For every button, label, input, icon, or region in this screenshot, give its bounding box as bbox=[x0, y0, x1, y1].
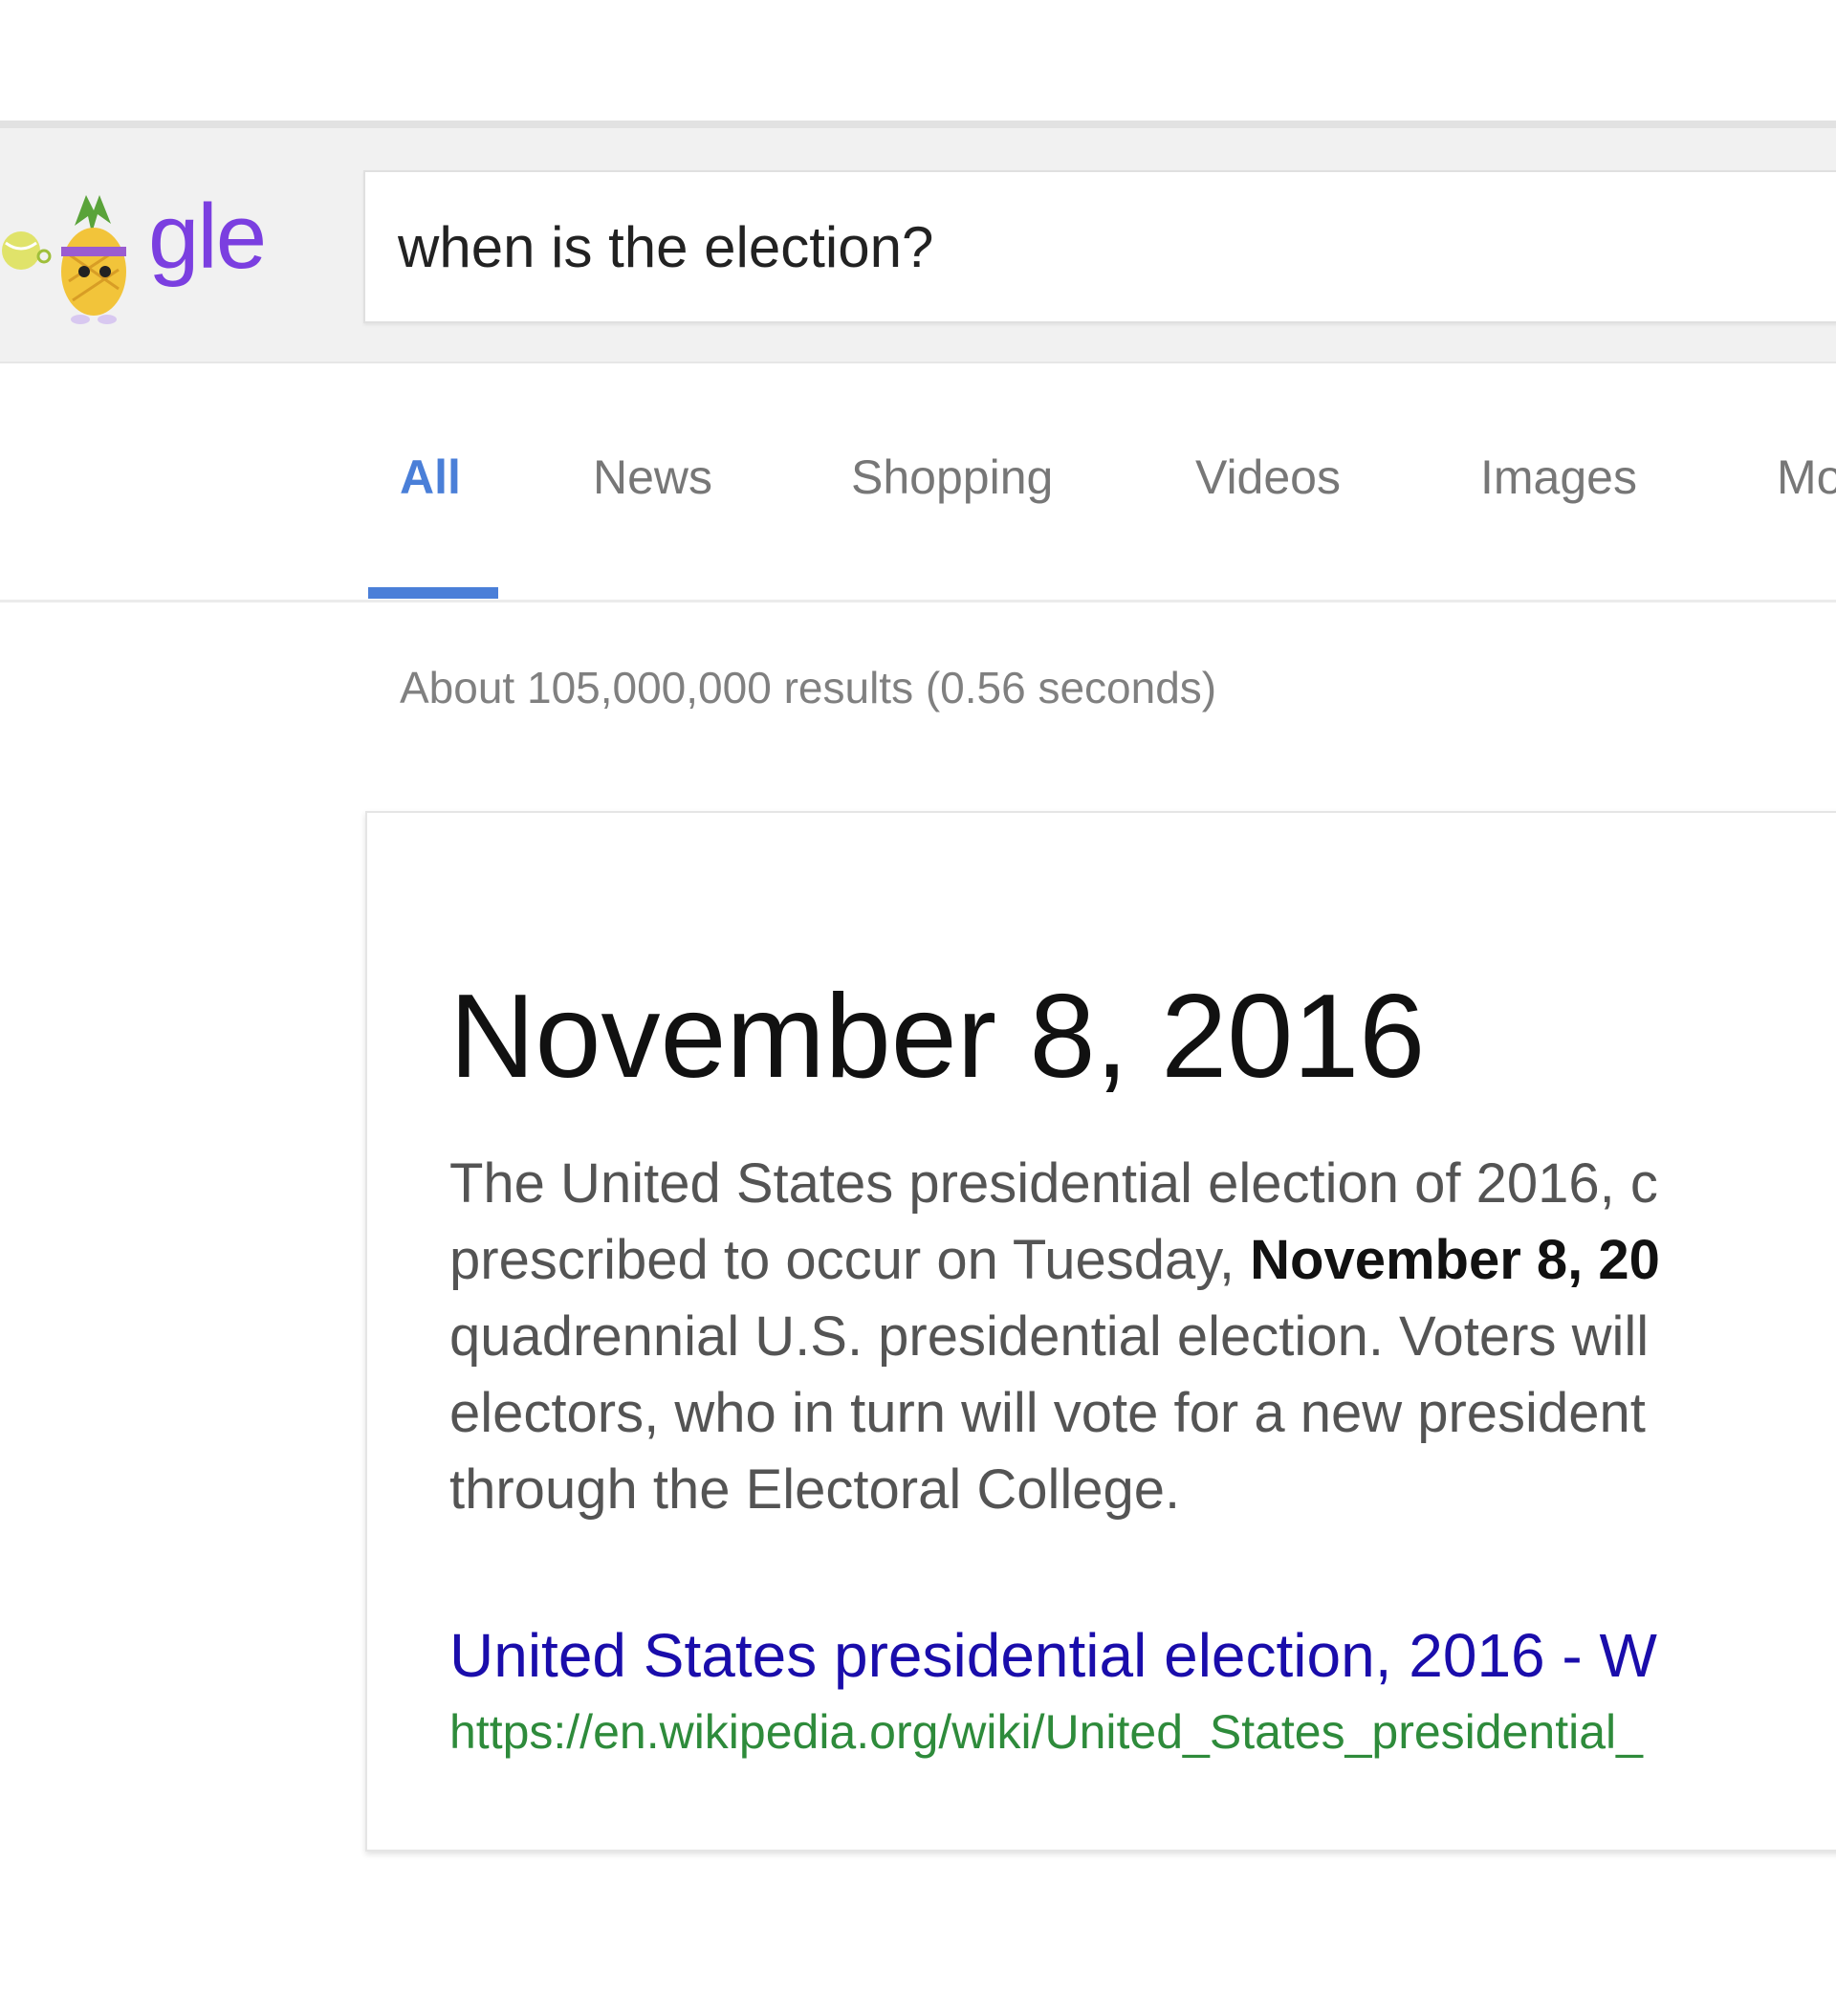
tab-news[interactable]: News bbox=[593, 449, 712, 505]
answer-card: November 8, 2016 The United States presi… bbox=[365, 811, 1836, 1852]
tab-shopping[interactable]: Shopping bbox=[851, 449, 1053, 505]
snippet-highlight: November 8, 20 bbox=[1250, 1229, 1660, 1291]
active-tab-indicator bbox=[368, 587, 498, 599]
search-input[interactable] bbox=[398, 208, 1737, 285]
snippet-line: quadrennial U.S. presidential election. … bbox=[449, 1305, 1650, 1368]
snippet-line: electors, who in turn will vote for a ne… bbox=[449, 1382, 1646, 1444]
search-tabs: All News Shopping Videos Images Mo bbox=[0, 363, 1836, 603]
tab-all[interactable]: All bbox=[400, 449, 461, 505]
tab-videos[interactable]: Videos bbox=[1195, 449, 1341, 505]
answer-snippet: The United States presidential election … bbox=[449, 1146, 1836, 1528]
tab-more[interactable]: Mo bbox=[1777, 449, 1836, 505]
snippet-line: prescribed to occur on Tuesday, November… bbox=[449, 1222, 1836, 1299]
snippet-line: The United States presidential election … bbox=[449, 1152, 1658, 1215]
tab-images[interactable]: Images bbox=[1480, 449, 1637, 505]
result-stats: About 105,000,000 results (0.56 seconds) bbox=[400, 663, 1217, 712]
google-doodle-logo[interactable]: gle bbox=[0, 166, 287, 339]
snippet-text: prescribed to occur on Tuesday, bbox=[449, 1229, 1251, 1291]
source-link[interactable]: United States presidential election, 201… bbox=[449, 1620, 1657, 1691]
source-url: https://en.wikipedia.org/wiki/United_Sta… bbox=[449, 1705, 1643, 1759]
pineapple-doodle-icon bbox=[2, 195, 126, 324]
header-bar: gle bbox=[0, 121, 1836, 363]
logo-text: gle bbox=[148, 186, 267, 288]
snippet-line: through the Electoral College. bbox=[449, 1458, 1181, 1521]
answer-title: November 8, 2016 bbox=[449, 971, 1426, 1103]
search-box[interactable] bbox=[363, 170, 1836, 323]
